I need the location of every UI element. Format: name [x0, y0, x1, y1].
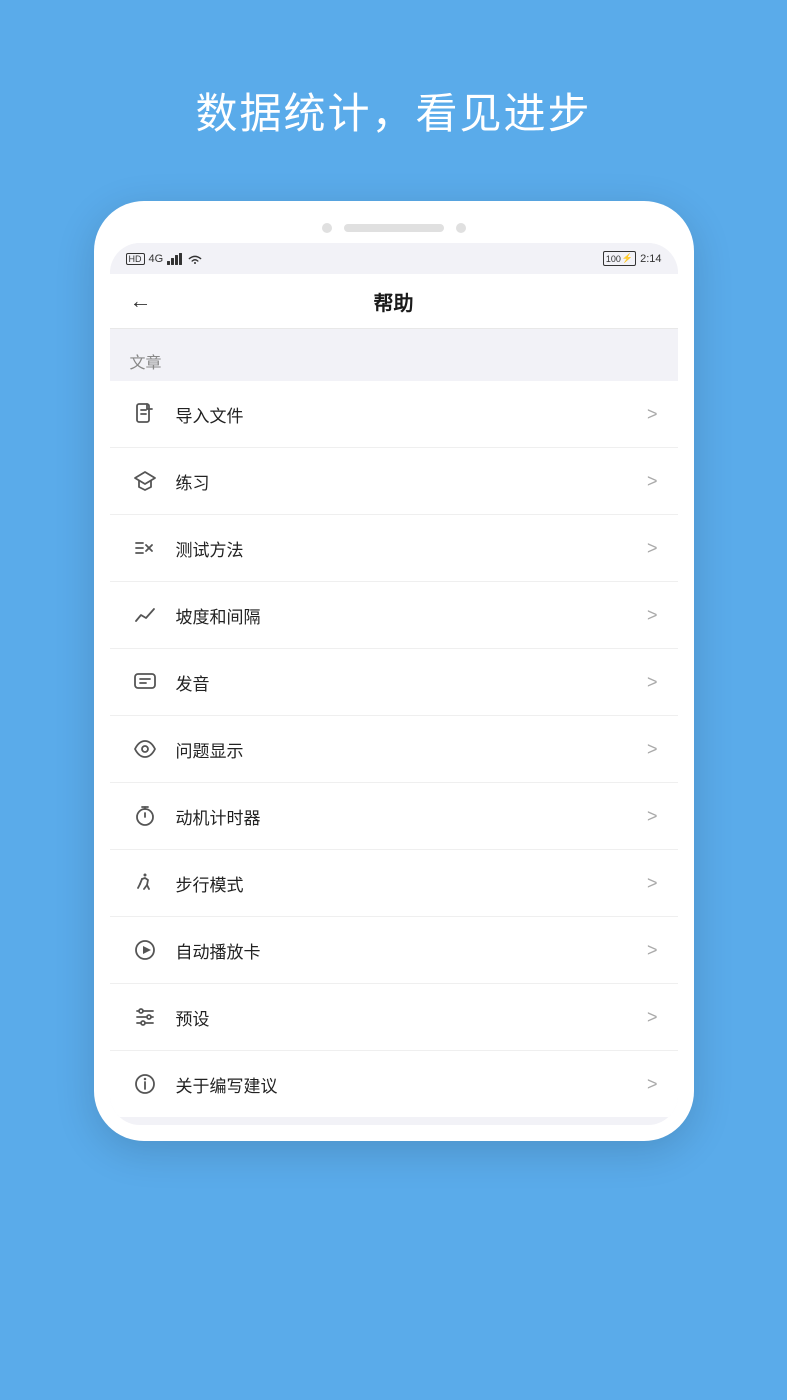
menu-item-auto-play[interactable]: 自动播放卡 >: [110, 917, 678, 984]
menu-item-problem-display[interactable]: 问题显示 >: [110, 716, 678, 783]
section-header: 文章: [110, 329, 678, 381]
menu-item-walk-mode[interactable]: 步行模式 >: [110, 850, 678, 917]
chevron-icon-auto-play: >: [647, 940, 658, 961]
bolt-icon: ⚡: [622, 253, 633, 264]
status-bar: HD 4G 100: [110, 243, 678, 274]
chevron-icon-problem-display: >: [647, 739, 658, 760]
chevron-icon-pronunciation: >: [647, 672, 658, 693]
menu-item-slope-interval[interactable]: 坡度和间隔 >: [110, 582, 678, 649]
menu-item-import-file[interactable]: 导入文件 >: [110, 381, 678, 448]
menu-item-practice[interactable]: 练习 >: [110, 448, 678, 515]
menu-label-preset: 预设: [176, 1005, 647, 1030]
menu-label-practice: 练习: [176, 469, 647, 494]
menu-label-auto-play: 自动播放卡: [176, 938, 647, 963]
menu-label-pronunciation: 发音: [176, 670, 647, 695]
menu-label-slope-interval: 坡度和间隔: [176, 603, 647, 628]
trend-icon: [130, 600, 160, 630]
chevron-icon-practice: >: [647, 471, 658, 492]
back-button[interactable]: ←: [130, 288, 152, 314]
chevron-icon-motivation-timer: >: [647, 806, 658, 827]
file-icon: [130, 399, 160, 429]
chevron-icon-walk-mode: >: [647, 873, 658, 894]
hd-label: HD: [126, 253, 145, 265]
phone-screen: HD 4G 100: [110, 243, 678, 1125]
timer-icon: [130, 801, 160, 831]
menu-item-writing-advice[interactable]: 关于编写建议 >: [110, 1051, 678, 1117]
chat-icon: [130, 667, 160, 697]
menu-label-writing-advice: 关于编写建议: [176, 1072, 647, 1097]
phone-notch: [110, 217, 678, 243]
wifi-icon: [187, 253, 203, 265]
play-circle-icon: [130, 935, 160, 965]
network-label: 4G: [149, 253, 164, 265]
menu-label-walk-mode: 步行模式: [176, 871, 647, 896]
menu-item-pronunciation[interactable]: 发音 >: [110, 649, 678, 716]
chevron-icon-preset: >: [647, 1007, 658, 1028]
menu-label-motivation-timer: 动机计时器: [176, 804, 647, 829]
menu-label-problem-display: 问题显示: [176, 737, 647, 762]
phone-speaker: [344, 224, 444, 232]
status-bar-left: HD 4G: [126, 253, 204, 265]
chevron-icon-test-method: >: [647, 538, 658, 559]
nav-bar: ← 帮助: [110, 274, 678, 329]
phone-frame: HD 4G 100: [94, 201, 694, 1141]
list-x-icon: [130, 533, 160, 563]
menu-item-motivation-timer[interactable]: 动机计时器 >: [110, 783, 678, 850]
chevron-icon-slope-interval: >: [647, 605, 658, 626]
chevron-icon-import-file: >: [647, 404, 658, 425]
phone-dot-left: [322, 223, 332, 233]
battery-icon: 100 ⚡: [603, 251, 636, 266]
menu-list: 导入文件 > 练习 >: [110, 381, 678, 1117]
signal-icon: [167, 253, 183, 265]
time-label: 2:14: [640, 253, 661, 265]
phone-wrapper: HD 4G 100: [0, 201, 787, 1141]
graduation-icon: [130, 466, 160, 496]
chevron-icon-writing-advice: >: [647, 1074, 658, 1095]
phone-dot-right: [456, 223, 466, 233]
walk-icon: [130, 868, 160, 898]
status-bar-right: 100 ⚡ 2:14: [603, 251, 662, 266]
menu-label-import-file: 导入文件: [176, 402, 647, 427]
sliders-icon: [130, 1002, 160, 1032]
page-header: 数据统计，看见进步: [0, 0, 787, 201]
info-icon: [130, 1069, 160, 1099]
nav-title: 帮助: [374, 287, 414, 316]
battery-level: 100: [606, 254, 621, 264]
eye-icon: [130, 734, 160, 764]
menu-item-preset[interactable]: 预设 >: [110, 984, 678, 1051]
page-title: 数据统计，看见进步: [0, 80, 787, 141]
menu-label-test-method: 测试方法: [176, 536, 647, 561]
menu-item-test-method[interactable]: 测试方法 >: [110, 515, 678, 582]
